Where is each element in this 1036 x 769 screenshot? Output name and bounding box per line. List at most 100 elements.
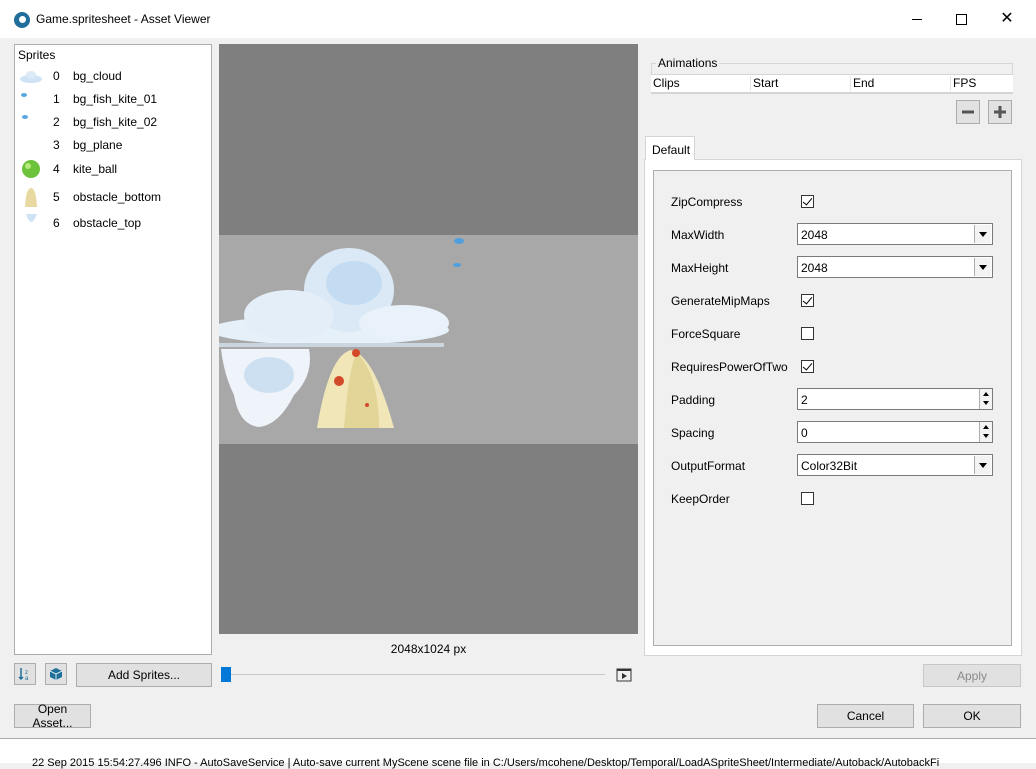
remove-clip-button[interactable] (956, 100, 980, 124)
keeporder-checkbox[interactable] (801, 492, 814, 505)
sprite-index: 2 (53, 115, 60, 129)
ball-thumbnail-icon (22, 160, 40, 178)
keeporder-label: KeepOrder (671, 492, 730, 506)
spacing-spinbox[interactable]: 0 (797, 421, 993, 443)
cube-icon (49, 668, 63, 680)
import-button[interactable] (45, 663, 67, 685)
spacing-label: Spacing (671, 426, 715, 440)
window-title: Game.spritesheet - Asset Viewer (36, 12, 211, 26)
sprite-index: 4 (53, 162, 60, 176)
sprite-name: bg_fish_kite_02 (73, 115, 158, 129)
outputformat-select[interactable]: Color32Bit (797, 454, 993, 476)
close-button[interactable]: ✕ (984, 0, 1030, 38)
tab-default[interactable]: Default (645, 136, 695, 160)
outputformat-value: Color32Bit (801, 459, 858, 473)
add-clip-button[interactable] (988, 100, 1012, 124)
obstacle-thumbnail-icon (25, 188, 37, 207)
app-logo-icon (14, 12, 30, 28)
log-line: 22 Sep 2015 15:54:27.496 INFO - AutoSave… (32, 757, 940, 769)
outputformat-label: OutputFormat (671, 459, 746, 473)
minus-icon (962, 110, 974, 114)
sprite-row-obstacle-bottom[interactable]: 5 obstacle_bottom (15, 186, 211, 208)
sort-button[interactable]: za (14, 663, 36, 685)
fish-kite-thumbnail-icon (22, 115, 28, 119)
chevron-down-icon[interactable] (974, 225, 991, 243)
cloud-thumbnail-icon (20, 71, 42, 83)
padding-value: 2 (801, 393, 808, 407)
sheet-size-label: 2048x1024 px (390, 642, 467, 656)
sprites-header: Sprites (18, 48, 56, 62)
animations-table-header: Clips Start End FPS (651, 74, 1013, 93)
spritesheet-image (219, 235, 638, 444)
requirespoweroftwo-label: RequiresPowerOfTwo (671, 360, 788, 374)
open-asset-button[interactable]: Open Asset... (14, 702, 91, 730)
zipcompress-checkbox[interactable] (801, 195, 814, 208)
sprite-row-bg-plane[interactable]: 3 bg_plane (15, 134, 211, 156)
chevron-down-icon[interactable] (974, 456, 991, 474)
frame-slider-track[interactable] (225, 674, 605, 675)
spin-buttons[interactable] (979, 389, 992, 409)
column-start[interactable]: Start (751, 76, 851, 91)
generatemipmaps-checkbox[interactable] (801, 294, 814, 307)
play-animation-icon[interactable] (616, 667, 632, 683)
sprite-name: obstacle_top (73, 216, 142, 230)
fish-kite-thumbnail-icon (21, 93, 27, 97)
maximize-button[interactable] (938, 0, 984, 38)
spritesheet-preview[interactable] (219, 44, 638, 634)
sprite-name: bg_fish_kite_01 (73, 92, 158, 106)
sort-icon: za (18, 668, 29, 681)
generatemipmaps-label: GenerateMipMaps (671, 294, 770, 308)
sprite-name: bg_plane (73, 138, 123, 152)
spin-down-icon[interactable] (983, 434, 989, 438)
maximize-icon (955, 13, 967, 25)
spritesheet-art (219, 238, 464, 428)
plus-icon (994, 106, 1006, 118)
apply-button[interactable]: Apply (923, 664, 1021, 687)
animations-group: Animations Clips Start End FPS (645, 56, 1013, 94)
sprite-name: obstacle_bottom (73, 190, 162, 204)
maxheight-select[interactable]: 2048 (797, 256, 993, 278)
ok-button[interactable]: OK (923, 704, 1021, 728)
maxheight-value: 2048 (801, 261, 828, 275)
zipcompress-label: ZipCompress (671, 195, 743, 209)
svg-text:a: a (25, 676, 29, 681)
frame-slider-handle[interactable] (221, 667, 231, 682)
sprite-name: kite_ball (73, 162, 118, 176)
sprite-row-bg-cloud[interactable]: 0 bg_cloud (15, 65, 211, 87)
animations-title: Animations (656, 56, 720, 70)
sprite-list[interactable]: Sprites 0 bg_cloud 1 bg_fish_kite_01 2 b… (14, 44, 212, 655)
padding-label: Padding (671, 393, 716, 407)
spin-buttons[interactable] (979, 422, 992, 442)
sprite-index: 6 (53, 216, 60, 230)
maxwidth-select[interactable]: 2048 (797, 223, 993, 245)
maxheight-label: MaxHeight (671, 261, 729, 275)
add-sprites-button[interactable]: Add Sprites... (76, 663, 212, 687)
chevron-down-icon[interactable] (974, 258, 991, 276)
sprite-row-kite-ball[interactable]: 4 kite_ball (15, 158, 211, 180)
spacing-value: 0 (801, 426, 808, 440)
sprite-index: 1 (53, 92, 60, 106)
sprite-name: bg_cloud (73, 69, 122, 83)
minimize-button[interactable] (894, 0, 940, 38)
spin-up-icon[interactable] (983, 425, 989, 429)
minimize-icon (912, 18, 922, 20)
sprite-index: 5 (53, 190, 60, 204)
sprite-index: 0 (53, 69, 60, 83)
padding-spinbox[interactable]: 2 (797, 388, 993, 410)
maxwidth-label: MaxWidth (671, 228, 725, 242)
cancel-button[interactable]: Cancel (817, 704, 914, 728)
sprite-row-bg-fish-kite-01[interactable]: 1 bg_fish_kite_01 (15, 88, 211, 110)
requirespoweroftwo-checkbox[interactable] (801, 360, 814, 373)
column-clips[interactable]: Clips (651, 76, 751, 91)
column-fps[interactable]: FPS (951, 76, 1013, 91)
obstacle-thumbnail-icon (26, 214, 37, 222)
sprite-row-obstacle-top[interactable]: 6 obstacle_top (15, 212, 211, 234)
spin-up-icon[interactable] (983, 392, 989, 396)
title-bar: Game.spritesheet - Asset Viewer ✕ (0, 0, 1036, 38)
forcesquare-checkbox[interactable] (801, 327, 814, 340)
spin-down-icon[interactable] (983, 401, 989, 405)
forcesquare-label: ForceSquare (671, 327, 741, 341)
column-end[interactable]: End (851, 76, 951, 91)
sprite-row-bg-fish-kite-02[interactable]: 2 bg_fish_kite_02 (15, 111, 211, 133)
maxwidth-value: 2048 (801, 228, 828, 242)
